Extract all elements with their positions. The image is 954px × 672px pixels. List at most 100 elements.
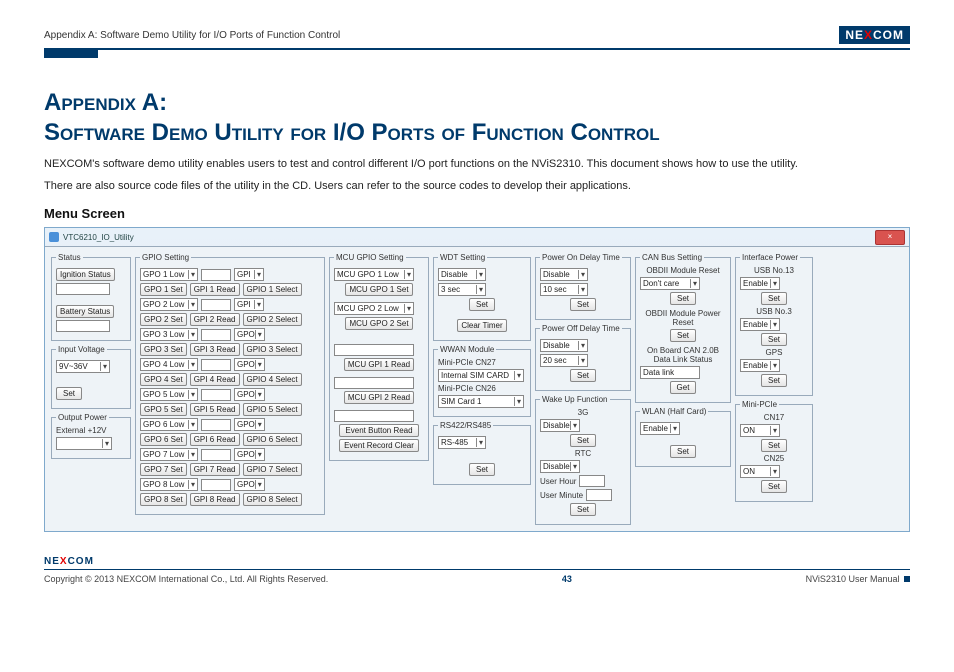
wwan-group: WWAN Module Mini-PCIe CN27 Internal SIM … <box>433 345 531 417</box>
rs-set[interactable]: Set <box>469 463 495 476</box>
gpo7-select[interactable]: GPO 7 Low▾ <box>140 448 198 461</box>
wake-hour[interactable] <box>579 475 605 487</box>
gpio5-select-btn[interactable]: GPIO 5 Select <box>243 403 302 416</box>
gpio1-select-btn[interactable]: GPIO 1 Select <box>243 283 302 296</box>
poff-set[interactable]: Set <box>570 369 596 382</box>
mcu-gpo1-set[interactable]: MCU GPO 1 Set <box>345 283 412 296</box>
gpi6-read[interactable]: GPI 6 Read <box>190 433 240 446</box>
poff-sel1[interactable]: Disable▾ <box>540 339 588 352</box>
mpcie-set1[interactable]: Set <box>761 439 787 452</box>
ifp-sel1[interactable]: Enable▾ <box>740 277 780 290</box>
gpi4-read[interactable]: GPI 4 Read <box>190 373 240 386</box>
gpio4-mode-select[interactable]: GPO▾ <box>234 358 265 371</box>
wake-sel1[interactable]: Disable▾ <box>540 419 580 432</box>
gpi2-read[interactable]: GPI 2 Read <box>190 313 240 326</box>
gpi8-read[interactable]: GPI 8 Read <box>190 493 240 506</box>
wdt-time-select[interactable]: 3 sec▾ <box>438 283 486 296</box>
gpi5-read[interactable]: GPI 5 Read <box>190 403 240 416</box>
can-set1[interactable]: Set <box>670 292 696 305</box>
chevron-down-icon: ▾ <box>188 420 195 429</box>
close-button[interactable]: × <box>875 230 905 245</box>
pon-sel2[interactable]: 10 sec▾ <box>540 283 588 296</box>
can-get[interactable]: Get <box>670 381 696 394</box>
pon-sel1[interactable]: Disable▾ <box>540 268 588 281</box>
gpio2-select-btn[interactable]: GPIO 2 Select <box>243 313 302 326</box>
ifp-sel2[interactable]: Enable▾ <box>740 318 780 331</box>
input-voltage-group: Input Voltage 9V~36V▾ Set <box>51 345 131 409</box>
wdt-enable-select[interactable]: Disable▾ <box>438 268 486 281</box>
event-clear[interactable]: Event Record Clear <box>339 439 419 452</box>
event-read[interactable]: Event Button Read <box>339 424 419 437</box>
gpo3-set[interactable]: GPO 3 Set <box>140 343 187 356</box>
wlan-set[interactable]: Set <box>670 445 696 458</box>
ifp-sel3[interactable]: Enable▾ <box>740 359 780 372</box>
rs-select[interactable]: RS-485▾ <box>438 436 486 449</box>
gpo8-select[interactable]: GPO 8 Low▾ <box>140 478 198 491</box>
mpcie-sel2[interactable]: ON▾ <box>740 465 780 478</box>
wwan-sel1[interactable]: Internal SIM CARD▾ <box>438 369 524 382</box>
can-sel1[interactable]: Don't care▾ <box>640 277 700 290</box>
wwan-sel2[interactable]: SIM Card 1▾ <box>438 395 524 408</box>
gpio6-mode-select[interactable]: GPO▾ <box>234 418 265 431</box>
gpo2-set[interactable]: GPO 2 Set <box>140 313 187 326</box>
ifp-set3[interactable]: Set <box>761 374 787 387</box>
can-l2: OBDII Module Power Reset <box>640 309 726 327</box>
gpo6-set[interactable]: GPO 6 Set <box>140 433 187 446</box>
can-sel3[interactable]: Data link <box>640 366 700 379</box>
gpi3-read[interactable]: GPI 3 Read <box>190 343 240 356</box>
poff-sel2[interactable]: 20 sec▾ <box>540 354 588 367</box>
gpio1-mode-select[interactable]: GPI▾ <box>234 268 264 281</box>
gpio7-mode-select[interactable]: GPO▾ <box>234 448 265 461</box>
gpio3-mode-select[interactable]: GPO▾ <box>234 328 265 341</box>
gpi1-read[interactable]: GPI 1 Read <box>190 283 240 296</box>
gpo5-select[interactable]: GPO 5 Low▾ <box>140 388 198 401</box>
wake-set2[interactable]: Set <box>570 503 596 516</box>
chevron-down-icon: ▾ <box>578 356 585 365</box>
wdt-clear[interactable]: Clear Timer <box>457 319 506 332</box>
ifp-set1[interactable]: Set <box>761 292 787 305</box>
pon-set[interactable]: Set <box>570 298 596 311</box>
gpo4-select[interactable]: GPO 4 Low▾ <box>140 358 198 371</box>
mpcie-set2[interactable]: Set <box>761 480 787 493</box>
gpo2-select[interactable]: GPO 2 Low▾ <box>140 298 198 311</box>
ignition-status-button[interactable]: Ignition Status <box>56 268 115 281</box>
gpio5-mode-select[interactable]: GPO▾ <box>234 388 265 401</box>
gpo8-set[interactable]: GPO 8 Set <box>140 493 187 506</box>
ifp-set2[interactable]: Set <box>761 333 787 346</box>
gpio8-mode-select[interactable]: GPO▾ <box>234 478 265 491</box>
mcu-gpi1-field <box>334 344 414 356</box>
wdt-set[interactable]: Set <box>469 298 495 311</box>
gpio4-select-btn[interactable]: GPIO 4 Select <box>243 373 302 386</box>
outp-select[interactable]: ▾ <box>56 437 112 450</box>
inputv-set-button[interactable]: Set <box>56 387 82 400</box>
mcu-gpo2-select[interactable]: MCU GPO 2 Low▾ <box>334 302 414 315</box>
battery-status-button[interactable]: Battery Status <box>56 305 114 318</box>
mcu-gpo2-set[interactable]: MCU GPO 2 Set <box>345 317 412 330</box>
gpo6-select[interactable]: GPO 6 Low▾ <box>140 418 198 431</box>
wake-legend: Wake Up Function <box>540 395 610 404</box>
can-set2[interactable]: Set <box>670 329 696 342</box>
gpo7-set[interactable]: GPO 7 Set <box>140 463 187 476</box>
gpio3-select-btn[interactable]: GPIO 3 Select <box>243 343 302 356</box>
mcu-gpo1-select[interactable]: MCU GPO 1 Low▾ <box>334 268 414 281</box>
wlan-sel[interactable]: Enable▾ <box>640 422 680 435</box>
mcu-gpi2-read[interactable]: MCU GPI 2 Read <box>344 391 414 404</box>
gpo1-set[interactable]: GPO 1 Set <box>140 283 187 296</box>
gpi7-read[interactable]: GPI 7 Read <box>190 463 240 476</box>
mpcie-l2: CN25 <box>740 454 808 463</box>
gpo3-select[interactable]: GPO 3 Low▾ <box>140 328 198 341</box>
gpio6-select-btn[interactable]: GPIO 6 Select <box>243 433 302 446</box>
inputv-select[interactable]: 9V~36V▾ <box>56 360 110 373</box>
wake-min[interactable] <box>586 489 612 501</box>
mcu-gpi1-read[interactable]: MCU GPI 1 Read <box>344 358 414 371</box>
gpo1-select[interactable]: GPO 1 Low▾ <box>140 268 198 281</box>
gpio8-select-btn[interactable]: GPIO 8 Select <box>243 493 302 506</box>
gpo4-set[interactable]: GPO 4 Set <box>140 373 187 386</box>
gpio2-mode-select[interactable]: GPI▾ <box>234 298 264 311</box>
chevron-down-icon: ▾ <box>188 360 195 369</box>
gpio7-select-btn[interactable]: GPIO 7 Select <box>243 463 302 476</box>
mpcie-sel1[interactable]: ON▾ <box>740 424 780 437</box>
wake-sel2[interactable]: Disable▾ <box>540 460 580 473</box>
gpo5-set[interactable]: GPO 5 Set <box>140 403 187 416</box>
wake-set1[interactable]: Set <box>570 434 596 447</box>
